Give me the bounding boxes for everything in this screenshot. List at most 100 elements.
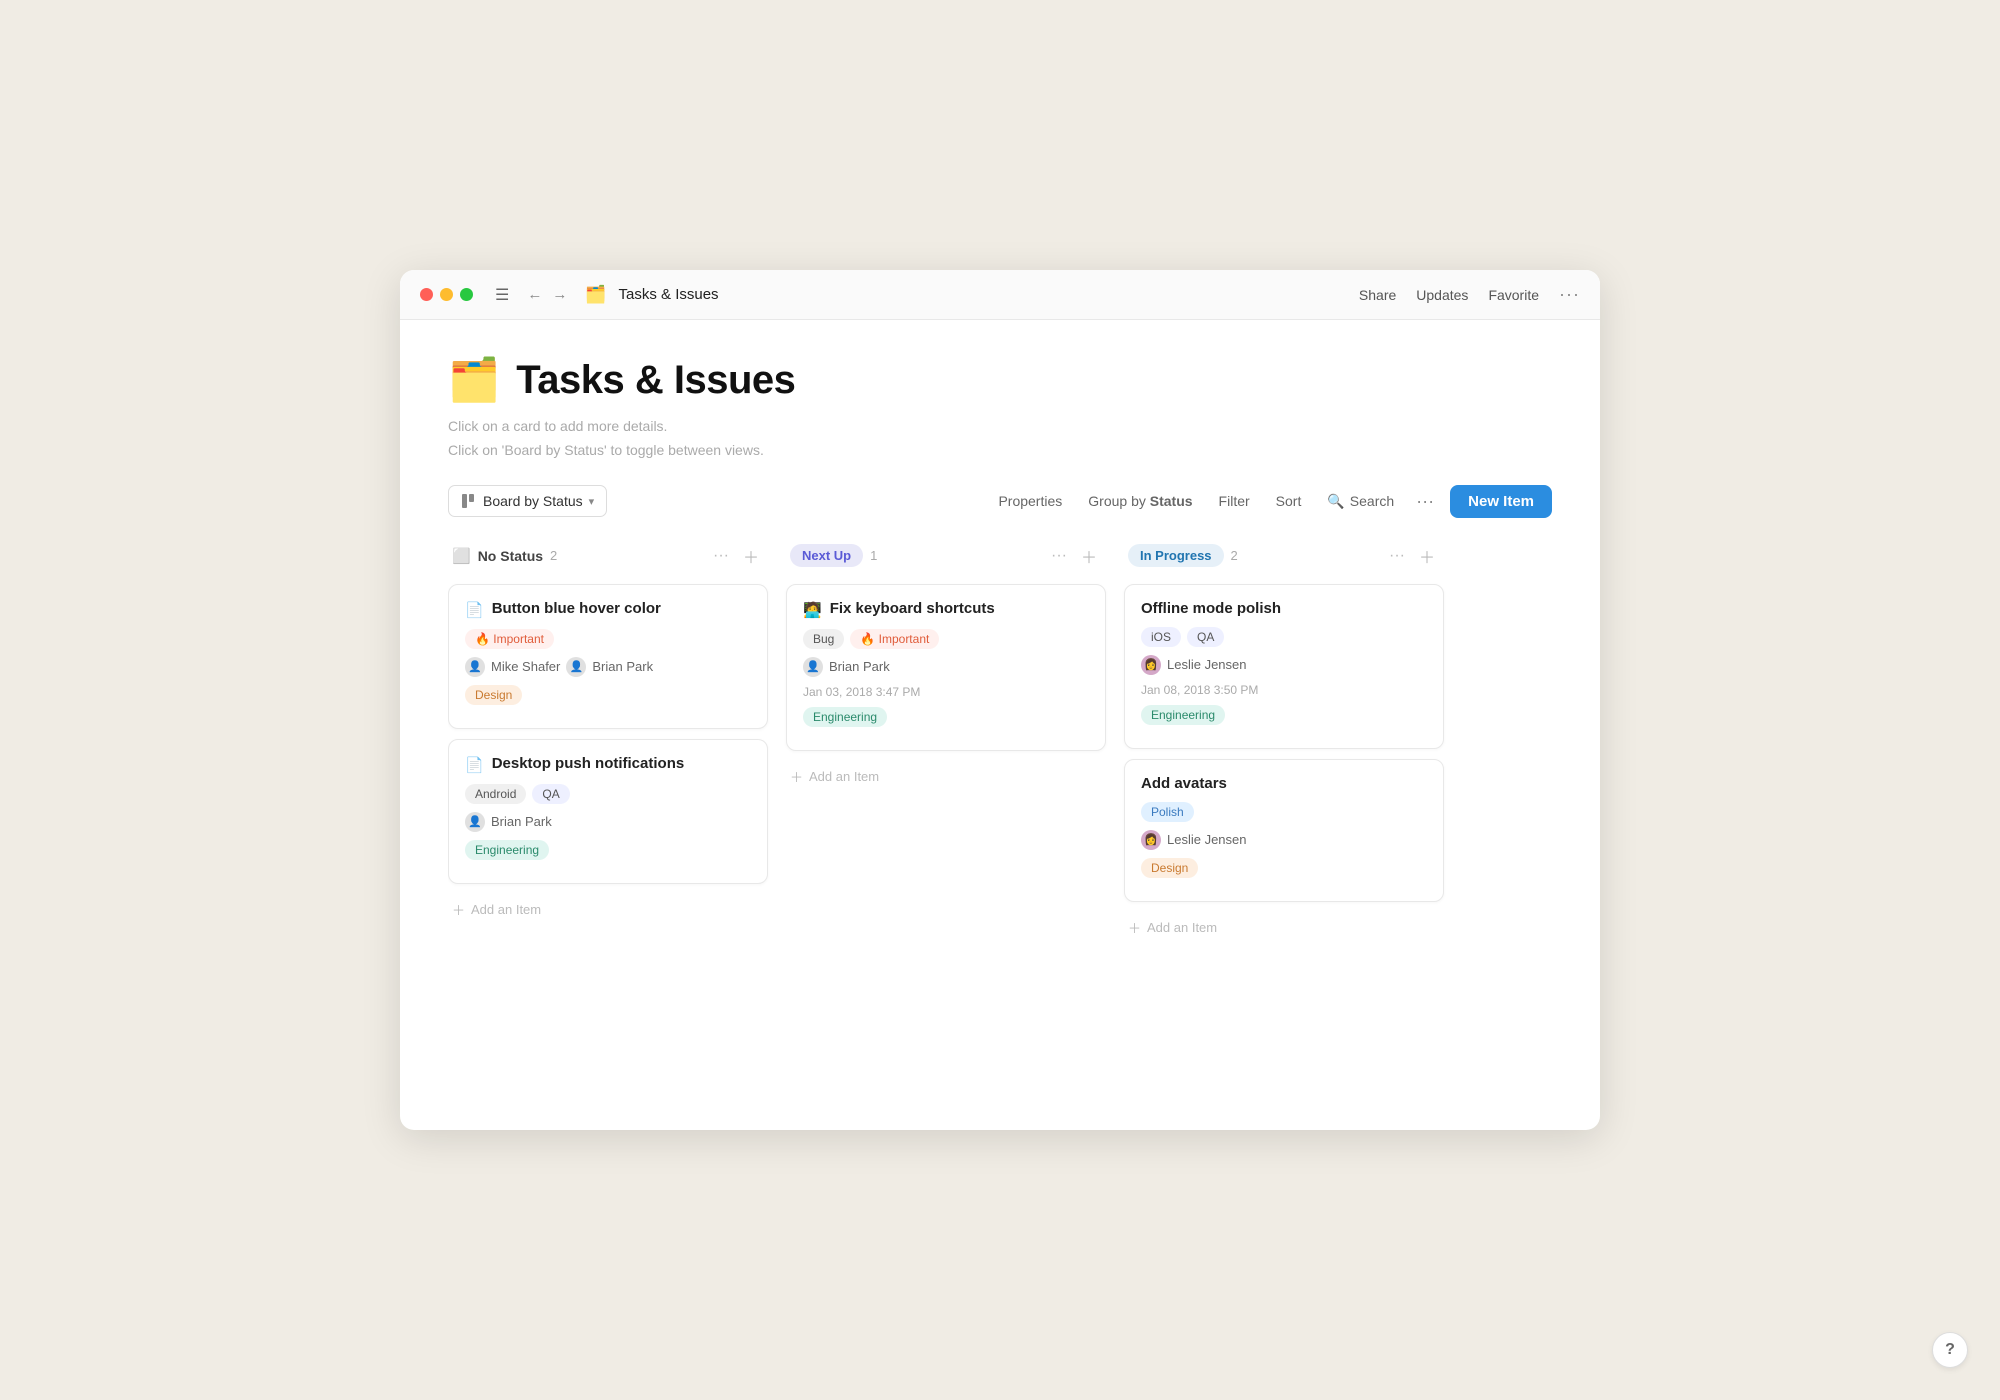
card-title-text-1: Button blue hover color xyxy=(492,600,661,617)
column-count-next-up: 1 xyxy=(870,548,877,563)
group-by-value: Status xyxy=(1150,493,1193,509)
column-more-button-in-progress[interactable]: ··· xyxy=(1384,545,1410,567)
column-header-no-status: ⬜ No Status 2 ··· ＋ xyxy=(448,540,768,572)
add-item-button-no-status[interactable]: ＋ Add an Item xyxy=(448,894,545,925)
forward-arrow-icon[interactable]: → xyxy=(550,284,569,305)
person-name-leslie-2: Leslie Jensen xyxy=(1167,832,1247,847)
avatar-brian-park-3: 👤 xyxy=(803,657,823,677)
card-tags-5-top: Polish xyxy=(1141,802,1427,822)
card-button-blue-hover[interactable]: 📄 Button blue hover color 🔥 Important 👤 … xyxy=(448,584,768,729)
minimize-button[interactable] xyxy=(440,288,453,301)
card-offline-mode[interactable]: Offline mode polish iOS QA 👩 Leslie Jens… xyxy=(1124,584,1444,749)
add-item-button-next-up[interactable]: ＋ Add an Item xyxy=(786,761,883,792)
tag-important-3: 🔥 Important xyxy=(850,629,939,649)
avatar-mike-shafer: 👤 xyxy=(465,657,485,677)
sidebar-toggle-icon[interactable]: ☰ xyxy=(495,285,509,305)
card-date-4: Jan 08, 2018 3:50 PM xyxy=(1141,683,1427,697)
plus-icon-in-progress: ＋ xyxy=(1128,918,1141,937)
card-title-5: Add avatars xyxy=(1141,775,1427,792)
no-status-icon: ⬜ xyxy=(452,547,471,565)
help-button[interactable]: ? xyxy=(1932,1332,1968,1368)
group-by-button[interactable]: Group by Status xyxy=(1078,486,1202,516)
page-description: Click on a card to add more details. Cli… xyxy=(448,415,1552,463)
more-menu-button[interactable]: ··· xyxy=(1559,284,1580,305)
column-header-next-up: Next Up 1 ··· ＋ xyxy=(786,540,1106,572)
avatar-leslie-1: 👩 xyxy=(1141,655,1161,675)
card-bottom-tags-1: Design xyxy=(465,685,751,705)
app-window: ☰ ← → 🗂️ Tasks & Issues Share Updates Fa… xyxy=(400,270,1600,1130)
card-doc-icon-1: 📄 xyxy=(465,601,484,619)
tag-design-5: Design xyxy=(1141,858,1198,878)
close-button[interactable] xyxy=(420,288,433,301)
person-name-brian-3: Brian Park xyxy=(829,659,890,674)
column-next-up: Next Up 1 ··· ＋ 🧑‍💻 Fix keyboard shortcu… xyxy=(786,540,1106,943)
column-label-in-progress: In Progress 2 xyxy=(1128,544,1238,567)
board: ⬜ No Status 2 ··· ＋ 📄 Button blue hover … xyxy=(448,540,1552,959)
titlebar-title: Tasks & Issues xyxy=(619,286,1347,303)
page-desc-line2: Click on 'Board by Status' to toggle bet… xyxy=(448,439,1552,463)
column-no-status: ⬜ No Status 2 ··· ＋ 📄 Button blue hover … xyxy=(448,540,768,943)
sort-button[interactable]: Sort xyxy=(1266,486,1312,516)
card-desktop-push[interactable]: 📄 Desktop push notifications Android QA … xyxy=(448,739,768,884)
tag-engineering-2: Engineering xyxy=(465,840,549,860)
back-arrow-icon[interactable]: ← xyxy=(525,284,544,305)
filter-button[interactable]: Filter xyxy=(1209,486,1260,516)
tag-bug-1: Bug xyxy=(803,629,844,649)
search-label: Search xyxy=(1350,493,1394,509)
add-item-button-in-progress[interactable]: ＋ Add an Item xyxy=(1124,912,1221,943)
chevron-down-icon: ▾ xyxy=(589,495,595,508)
titlebar-app-icon: 🗂️ xyxy=(585,285,606,305)
board-icon xyxy=(461,493,477,509)
person-name-leslie-1: Leslie Jensen xyxy=(1167,657,1247,672)
card-add-avatars[interactable]: Add avatars Polish 👩 Leslie Jensen Desig… xyxy=(1124,759,1444,902)
search-icon: 🔍 xyxy=(1327,493,1344,510)
column-header-actions-in-progress: ··· ＋ xyxy=(1384,542,1440,570)
card-people-2: 👤 Brian Park xyxy=(465,812,751,832)
card-people-4: 👩 Leslie Jensen xyxy=(1141,655,1427,675)
share-button[interactable]: Share xyxy=(1359,287,1396,303)
person-name-brian-2: Brian Park xyxy=(491,814,552,829)
toolbar: Board by Status ▾ Properties Group by St… xyxy=(448,485,1552,518)
column-count-in-progress: 2 xyxy=(1231,548,1238,563)
card-bottom-tags-2: Engineering xyxy=(465,840,751,860)
maximize-button[interactable] xyxy=(460,288,473,301)
tag-engineering-3: Engineering xyxy=(803,707,887,727)
view-label: Board by Status xyxy=(483,493,583,509)
tag-ios-1: iOS xyxy=(1141,627,1181,647)
card-title-text-3: Fix keyboard shortcuts xyxy=(830,600,995,617)
card-title-1: 📄 Button blue hover color xyxy=(465,600,751,619)
avatar-brian-park-1: 👤 xyxy=(566,657,586,677)
card-icon-3: 🧑‍💻 xyxy=(803,601,822,619)
titlebar: ☰ ← → 🗂️ Tasks & Issues Share Updates Fa… xyxy=(400,270,1600,320)
main-content: 🗂️ Tasks & Issues Click on a card to add… xyxy=(400,320,1600,1130)
updates-button[interactable]: Updates xyxy=(1416,287,1468,303)
column-add-button-next-up[interactable]: ＋ xyxy=(1076,542,1102,570)
card-people-5: 👩 Leslie Jensen xyxy=(1141,830,1427,850)
card-title-text-5: Add avatars xyxy=(1141,775,1227,792)
new-item-button[interactable]: New Item xyxy=(1450,485,1552,518)
column-in-progress: In Progress 2 ··· ＋ Offline mode polish … xyxy=(1124,540,1444,943)
search-button[interactable]: 🔍 Search xyxy=(1317,486,1404,517)
tag-qa-1: QA xyxy=(532,784,569,804)
favorite-button[interactable]: Favorite xyxy=(1488,287,1539,303)
toolbar-more-button[interactable]: ··· xyxy=(1410,487,1440,516)
page-icon: 🗂️ xyxy=(448,356,500,405)
page-title: Tasks & Issues xyxy=(516,358,795,403)
tag-important-1: 🔥 Important xyxy=(465,629,554,649)
card-tags-1: 🔥 Important xyxy=(465,629,751,649)
column-more-button-next-up[interactable]: ··· xyxy=(1046,545,1072,567)
column-more-button-no-status[interactable]: ··· xyxy=(708,545,734,567)
column-add-button-no-status[interactable]: ＋ xyxy=(738,542,764,570)
board-by-status-button[interactable]: Board by Status ▾ xyxy=(448,485,607,517)
add-item-label-no-status: Add an Item xyxy=(471,902,541,917)
properties-button[interactable]: Properties xyxy=(988,486,1072,516)
card-fix-keyboard[interactable]: 🧑‍💻 Fix keyboard shortcuts Bug 🔥 Importa… xyxy=(786,584,1106,751)
avatar-brian-park-2: 👤 xyxy=(465,812,485,832)
tag-engineering-4: Engineering xyxy=(1141,705,1225,725)
plus-icon-no-status: ＋ xyxy=(452,900,465,919)
titlebar-actions: Share Updates Favorite ··· xyxy=(1359,284,1580,305)
person-name-brian-1: Brian Park xyxy=(592,659,653,674)
column-count-no-status: 2 xyxy=(550,548,557,563)
column-title-no-status: No Status xyxy=(478,548,543,564)
column-add-button-in-progress[interactable]: ＋ xyxy=(1414,542,1440,570)
